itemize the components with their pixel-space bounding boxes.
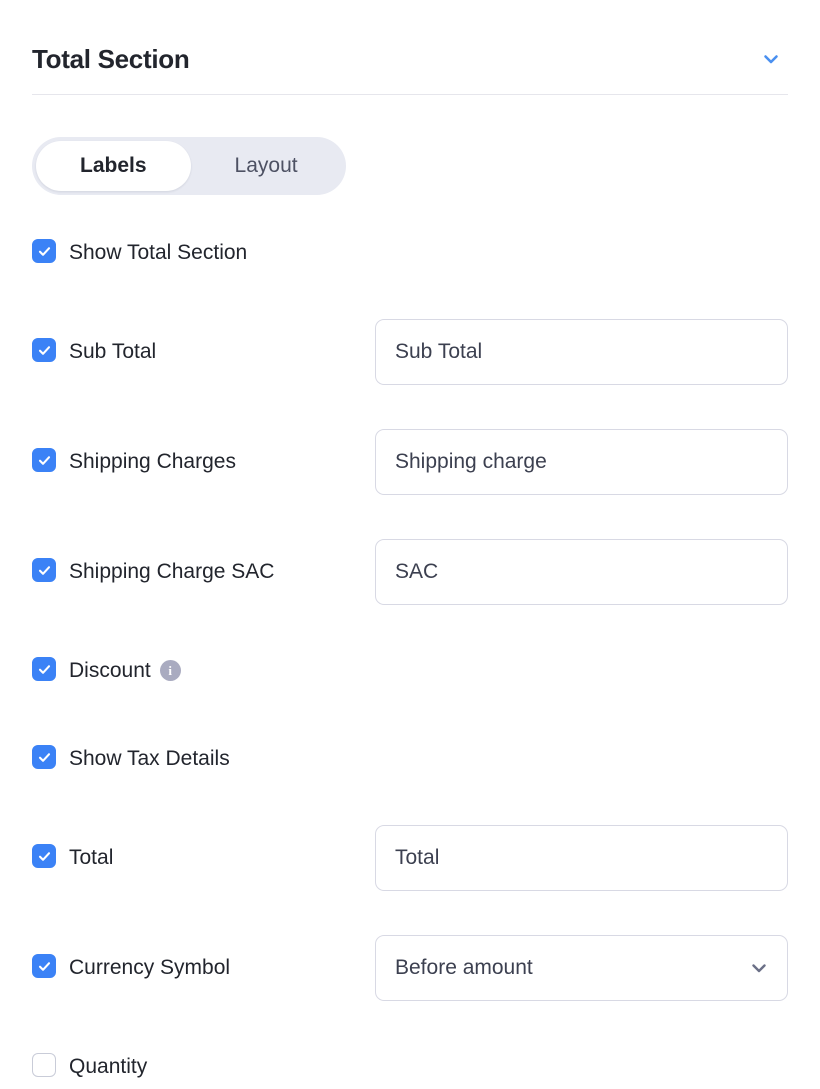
- info-icon[interactable]: i: [159, 660, 181, 681]
- check-icon: [37, 563, 52, 578]
- checkbox-show-total-section[interactable]: [32, 239, 56, 263]
- checkbox-currency-symbol[interactable]: [32, 954, 56, 978]
- option-row-currency-symbol: Currency Symbol Before amount: [32, 935, 788, 1001]
- option-row-quantity: Quantity: [32, 1045, 788, 1089]
- option-left-shipping-charge-sac: Shipping Charge SAC: [32, 539, 375, 585]
- option-left-show-tax-details: Show Tax Details: [32, 737, 375, 772]
- tab-layout-label: Layout: [234, 154, 298, 177]
- option-left-currency-symbol: Currency Symbol: [32, 935, 375, 981]
- checkbox-total[interactable]: [32, 844, 56, 868]
- option-row-discount: Discount i: [32, 649, 788, 693]
- option-label-discount: Discount: [69, 659, 151, 682]
- option-label-wrap-shipping-charges: Shipping Charges: [69, 448, 236, 475]
- option-label-shipping-charges: Shipping Charges: [69, 450, 236, 473]
- option-label-currency-symbol: Currency Symbol: [69, 956, 231, 979]
- panel-header: Total Section: [32, 0, 788, 94]
- option-row-shipping-charges: Shipping Charges: [32, 429, 788, 495]
- check-icon: [37, 453, 52, 468]
- option-row-shipping-charge-sac: Shipping Charge SAC: [32, 539, 788, 605]
- collapse-section-button[interactable]: [754, 42, 788, 76]
- option-label-wrap-currency-symbol: Currency Symbol: [69, 954, 230, 981]
- check-icon: [37, 750, 52, 765]
- checkbox-show-tax-details[interactable]: [32, 745, 56, 769]
- input-shipping-charge-sac[interactable]: [375, 539, 788, 605]
- header-divider: [32, 94, 788, 95]
- total-section-panel: Total Section Labels Layout Show Total S…: [0, 0, 820, 1078]
- option-label-wrap-shipping-charge-sac: Shipping Charge SAC: [69, 558, 274, 585]
- checkbox-discount[interactable]: [32, 657, 56, 681]
- tab-labels[interactable]: Labels: [36, 141, 191, 191]
- option-left-quantity: Quantity: [32, 1045, 375, 1080]
- input-sub-total[interactable]: [375, 319, 788, 385]
- option-left-show-total-section: Show Total Section: [32, 231, 375, 266]
- chevron-down-icon: [760, 48, 782, 70]
- option-row-show-total-section: Show Total Section: [32, 231, 788, 275]
- option-label-wrap-show-tax-details: Show Tax Details: [69, 745, 230, 772]
- checkbox-quantity[interactable]: [32, 1053, 56, 1077]
- option-label-sub-total: Sub Total: [69, 340, 157, 363]
- option-row-show-tax-details: Show Tax Details: [32, 737, 788, 781]
- input-shipping-charges[interactable]: [375, 429, 788, 495]
- option-label-wrap-quantity: Quantity: [69, 1053, 147, 1080]
- option-left-sub-total: Sub Total: [32, 319, 375, 365]
- option-label-show-tax-details: Show Tax Details: [69, 747, 230, 770]
- tab-layout[interactable]: Layout: [191, 141, 342, 191]
- option-left-total: Total: [32, 825, 375, 871]
- option-label-show-total-section: Show Total Section: [69, 241, 248, 264]
- select-currency-symbol-value[interactable]: Before amount: [375, 935, 788, 1001]
- select-currency-symbol-position[interactable]: Before amount: [375, 935, 788, 1001]
- tab-group: Labels Layout: [32, 137, 346, 195]
- check-icon: [37, 959, 52, 974]
- checkbox-shipping-charges[interactable]: [32, 448, 56, 472]
- input-total[interactable]: [375, 825, 788, 891]
- page-title: Total Section: [32, 43, 190, 74]
- tab-labels-label: Labels: [80, 154, 147, 177]
- check-icon: [37, 662, 52, 677]
- options-list: Show Total Section Sub Total Sub Total S…: [32, 231, 788, 1089]
- option-left-discount: Discount i: [32, 649, 375, 684]
- checkbox-shipping-charge-sac[interactable]: [32, 558, 56, 582]
- check-icon: [37, 1058, 52, 1073]
- option-row-total: Total: [32, 825, 788, 891]
- option-label-wrap-sub-total: Sub Total: [69, 338, 156, 365]
- option-label-wrap-total: Total: [69, 844, 113, 871]
- checkbox-sub-total[interactable]: [32, 338, 56, 362]
- check-icon: [37, 343, 52, 358]
- check-icon: [37, 849, 52, 864]
- option-label-quantity: Quantity: [69, 1055, 148, 1078]
- option-label-wrap-show-total-section: Show Total Section: [69, 239, 247, 266]
- check-icon: [37, 244, 52, 259]
- option-left-shipping-charges: Shipping Charges: [32, 429, 375, 475]
- option-label-total: Total: [69, 846, 114, 869]
- option-row-sub-total: Sub Total: [32, 319, 788, 385]
- option-label-shipping-charge-sac: Shipping Charge SAC: [69, 560, 275, 583]
- option-label-wrap-discount: Discount i: [69, 657, 181, 684]
